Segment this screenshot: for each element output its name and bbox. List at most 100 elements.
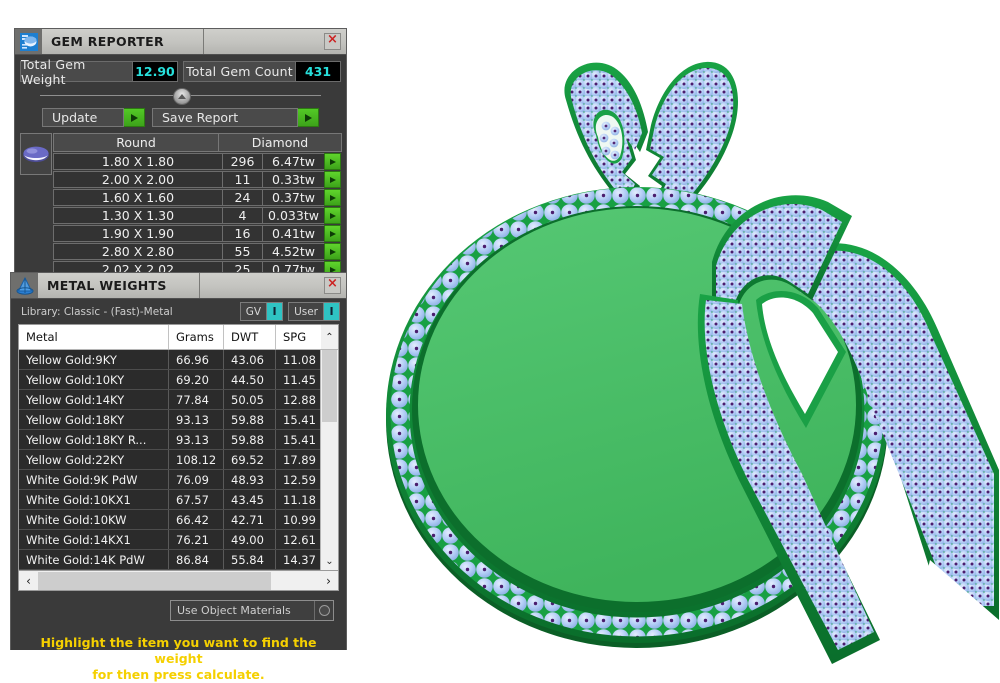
table-row[interactable]: Yellow Gold:14KY 77.84 50.05 12.88 (19, 390, 320, 410)
total-gem-count-label: Total Gem Count (183, 61, 296, 82)
gem-report-icon (15, 29, 42, 54)
close-icon[interactable]: × (324, 277, 341, 294)
table-row[interactable]: Yellow Gold:22KY 108.12 69.52 17.89 (19, 450, 320, 470)
metal-cell-grams: 76.21 (169, 530, 224, 549)
gem-row-arrow-icon[interactable] (324, 153, 341, 170)
table-row[interactable]: White Gold:14K PdW 86.84 55.84 14.37 (19, 550, 320, 570)
gem-preview-thumbnail[interactable] (20, 133, 52, 175)
metal-horizontal-scrollbar[interactable]: ‹ › (18, 571, 339, 591)
toggle-user-state[interactable]: I (323, 303, 339, 320)
metal-cell-spg: 10.99 (283, 512, 316, 527)
metal-cell-spg: 14.37 (283, 552, 316, 567)
gem-table: Round Diamond 1.80 X 1.80 296 6.47tw 2.00 X… (20, 133, 342, 278)
use-object-materials-button[interactable]: Use Object Materials (170, 600, 334, 621)
metal-table-rows: Yellow Gold:9KY 66.96 43.06 11.08 Yellow Gol… (19, 350, 320, 570)
collapse-chevron-up-icon[interactable] (172, 88, 191, 105)
metal-weights-body: Library: Classic - (Fast)-Metal GV I Use… (11, 299, 346, 682)
gem-table-rows: 1.80 X 1.80 296 6.47tw 2.00 X 2.00 11 0.33tw 1… (53, 153, 341, 278)
gem-cell-weight: 4.52tw (262, 243, 325, 260)
gem-reporter-buttons: Update Save Report (20, 108, 341, 127)
metal-cell-grams: 77.84 (169, 390, 224, 409)
library-label: Library: Classic - (Fast)-Metal (21, 305, 173, 318)
metal-cell-dwt: 43.45 (224, 490, 276, 509)
metal-cell-spg: 17.89 (283, 452, 316, 467)
gem-table-header: Round Diamond (53, 133, 342, 152)
metal-hscroll-track[interactable] (38, 571, 319, 590)
gem-row-arrow-icon[interactable] (324, 189, 341, 206)
metal-cell-name: White Gold:10KX1 (19, 490, 169, 509)
table-row[interactable]: White Gold:9K PdW 76.09 48.93 12.59 (19, 470, 320, 490)
gem-cell-size: 1.80 X 1.80 (53, 153, 223, 170)
gem-col-diamond: Diamond (218, 133, 342, 152)
metal-cell-grams: 69.20 (169, 370, 224, 389)
table-row[interactable]: 1.30 X 1.30 4 0.033tw (53, 207, 341, 224)
toggle-user[interactable]: User I (288, 302, 340, 321)
gem-row-arrow-icon[interactable] (324, 171, 341, 188)
table-row[interactable]: 2.00 X 2.00 11 0.33tw (53, 171, 341, 188)
use-object-materials-indicator[interactable] (314, 601, 333, 620)
metal-scroll-left-button[interactable]: ‹ (19, 572, 38, 590)
metal-cell-name: Yellow Gold:18KY (19, 410, 169, 429)
metal-weights-titlebar[interactable]: METAL WEIGHTS × (11, 273, 346, 299)
save-report-arrow-icon[interactable] (298, 108, 319, 127)
gem-cell-weight: 6.47tw (262, 153, 325, 170)
table-row[interactable]: 2.80 X 2.80 55 4.52tw (53, 243, 341, 260)
metal-col-grams: Grams (169, 325, 224, 349)
table-row[interactable]: White Gold:14KX1 76.21 49.00 12.61 (19, 530, 320, 550)
metal-cell-dwt: 50.05 (224, 390, 276, 409)
table-row[interactable]: 1.60 X 1.60 24 0.37tw (53, 189, 341, 206)
total-gem-weight-label: Total Gem Weight (20, 57, 133, 87)
table-row[interactable]: White Gold:10KX1 67.57 43.45 11.18 (19, 490, 320, 510)
metal-cell-dwt: 44.50 (224, 370, 276, 389)
gem-cell-size: 1.60 X 1.60 (53, 189, 223, 206)
metal-cell-grams: 86.84 (169, 550, 224, 569)
table-row[interactable]: White Gold:10KW 66.42 42.71 10.99 (19, 510, 320, 530)
metal-cell-name: Yellow Gold:10KY (19, 370, 169, 389)
gem-row-arrow-icon[interactable] (324, 225, 341, 242)
table-row[interactable]: Yellow Gold:9KY 66.96 43.06 11.08 (19, 350, 320, 370)
gem-row-arrow-icon[interactable] (324, 243, 341, 260)
metal-scroll-up-button[interactable]: ⌃ (321, 325, 338, 349)
metal-cell-dwt: 48.93 (224, 470, 276, 489)
update-arrow-icon[interactable] (124, 108, 145, 127)
calculate-hint-line1: Highlight the item you want to find the … (40, 635, 317, 666)
save-report-button[interactable]: Save Report (152, 108, 319, 127)
metal-weights-titlebar-blank: × (200, 273, 346, 298)
table-row[interactable]: Yellow Gold:10KY 69.20 44.50 11.45 (19, 370, 320, 390)
toggle-gv-state[interactable]: I (266, 303, 283, 320)
metal-cell-name: White Gold:10KW (19, 510, 169, 529)
metal-cell-name: Yellow Gold:14KY (19, 390, 169, 409)
metal-scroll-down-button[interactable]: ⌄ (321, 553, 338, 570)
total-gem-count-group: Total Gem Count 431 (183, 61, 341, 82)
gem-cell-weight: 0.37tw (262, 189, 325, 206)
gem-reporter-titlebar[interactable]: GEM REPORTER × (15, 29, 346, 55)
metal-cell-dwt: 59.88 (224, 430, 276, 449)
gem-row-arrow-icon[interactable] (324, 207, 341, 224)
metal-vertical-scrollbar[interactable]: ⌄ (320, 350, 338, 570)
metal-cell-name: Yellow Gold:18KY R... (19, 430, 169, 449)
table-row[interactable]: 1.90 X 1.90 16 0.41tw (53, 225, 341, 242)
metal-cell-grams: 67.57 (169, 490, 224, 509)
metal-cone-icon (11, 273, 38, 298)
metal-vscroll-thumb[interactable] (322, 350, 337, 422)
metal-cell-spg: 12.88 (283, 392, 316, 407)
table-row[interactable]: Yellow Gold:18KY 93.13 59.88 15.41 (19, 410, 320, 430)
close-icon[interactable]: × (324, 33, 341, 50)
table-row[interactable]: Yellow Gold:18KY R... 93.13 59.88 15.41 (19, 430, 320, 450)
metal-cell-dwt: 59.88 (224, 410, 276, 429)
metal-weights-panel[interactable]: METAL WEIGHTS × Library: Classic - (Fast… (10, 272, 347, 682)
table-row[interactable]: 1.80 X 1.80 296 6.47tw (53, 153, 341, 170)
metal-cell-grams: 108.12 (169, 450, 224, 469)
gem-cell-count: 55 (222, 243, 263, 260)
metal-scroll-right-button[interactable]: › (319, 572, 338, 590)
total-gem-weight-group: Total Gem Weight 12.90 (20, 57, 178, 87)
metal-cell-spg: 11.08 (283, 352, 316, 367)
metal-table-header: Metal Grams DWT SPG ⌃ (19, 325, 338, 350)
metal-hscroll-thumb[interactable] (38, 571, 272, 590)
gem-reporter-panel[interactable]: GEM REPORTER × Total Gem Weight 12.90 To… (14, 28, 347, 278)
toggle-gv[interactable]: GV I (239, 302, 284, 321)
update-button[interactable]: Update (42, 108, 145, 127)
metal-col-dwt: DWT (224, 325, 276, 349)
metal-vscroll-track[interactable] (321, 350, 338, 553)
panel-collapse-slider[interactable] (20, 87, 341, 105)
